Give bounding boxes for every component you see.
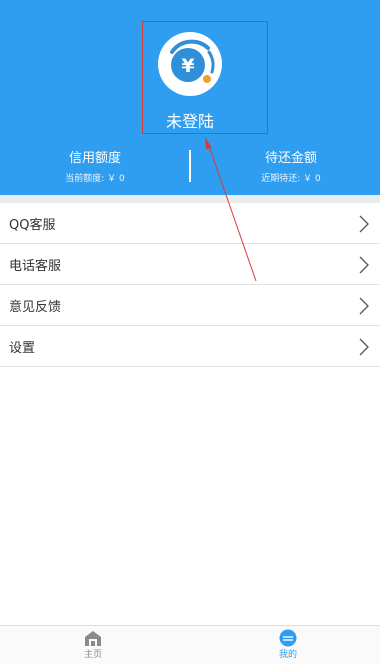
menu-item-phone-support[interactable]: 电话客服 [0, 244, 380, 285]
credit-limit-label: 信用额度 [68, 151, 121, 166]
login-status[interactable]: 未登陆 [142, 108, 238, 132]
yuan-coin-logo-icon: ¥ [170, 39, 215, 83]
chevron-right-icon [359, 256, 369, 274]
home-icon [85, 631, 101, 646]
svg-text:¥: ¥ [181, 55, 194, 77]
repayment-stat[interactable]: 待还金额 近期待还: ￥ 0 [196, 150, 380, 186]
menu-item-feedback[interactable]: 意见反馈 [0, 285, 380, 326]
credit-limit-value: 当前额度: ￥ 0 [65, 174, 125, 184]
credit-limit-stat[interactable]: 信用额度 当前额度: ￥ 0 [0, 150, 190, 186]
chevron-right-icon [359, 297, 369, 315]
tab-home-label: 主页 [83, 650, 102, 660]
menu-item-settings[interactable]: 设置 [0, 326, 380, 367]
tab-mine-label: 我的 [278, 650, 297, 660]
section-gap [0, 195, 380, 203]
repayment-value: 近期待还: ￥ 0 [261, 174, 321, 184]
user-avatar-icon [279, 629, 297, 647]
menu-item-qq-support[interactable]: QQ客服 [0, 203, 380, 244]
repayment-label: 待还金额 [264, 151, 317, 166]
app-logo[interactable]: ¥ [158, 32, 222, 96]
menu-item-label: 意见反馈 [9, 299, 62, 315]
chevron-right-icon [359, 215, 369, 233]
menu-item-label: 设置 [9, 340, 36, 356]
tab-mine[interactable]: 我的 [258, 629, 318, 661]
menu-item-label: 电话客服 [9, 258, 62, 274]
tab-home[interactable]: 主页 [63, 629, 123, 661]
menu-item-label: QQ客服 [9, 217, 56, 233]
chevron-right-icon [359, 338, 369, 356]
stat-divider [189, 150, 191, 182]
profile-header: ¥ 未登陆 信用额度 当前额度: ￥ 0 待还金额 近期待还: ￥ 0 [0, 0, 380, 195]
settings-menu: QQ客服 电话客服 意见反馈 设置 [0, 203, 380, 367]
bottom-tab-bar: 主页 我的 [0, 625, 380, 664]
